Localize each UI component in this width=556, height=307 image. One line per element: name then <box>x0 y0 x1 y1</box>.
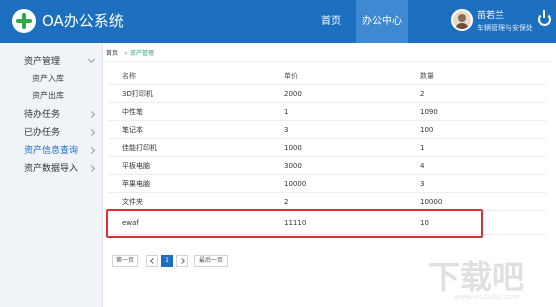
chevron-right-icon <box>87 146 96 155</box>
sidebar: 资产管理 资产入库 资产出库 待办任务 已办任务 资产信息查询 资产数据导入 <box>0 43 103 307</box>
avatar[interactable] <box>451 9 473 31</box>
cell-price: 1000 <box>284 144 302 152</box>
sidebar-item-asset-management[interactable]: 资产管理 <box>0 53 103 71</box>
cell-price: 3 <box>284 126 289 134</box>
cell-name: 中性笔 <box>122 108 143 116</box>
cell-quantity: 100 <box>420 126 434 134</box>
cell-price: 2 <box>284 198 289 206</box>
nav-office-center[interactable]: 办公中心 <box>356 0 408 43</box>
sidebar-item-pending-tasks[interactable]: 待办任务 <box>0 106 103 124</box>
cell-price: 10000 <box>284 180 307 188</box>
watermark-logo: 下载吧 www.xiazaiba.com <box>428 258 524 301</box>
table-header: 名称 单价 数量 <box>108 67 546 85</box>
sidebar-item-asset-in[interactable]: 资产入库 <box>0 70 103 88</box>
cell-name: 佳能打印机 <box>122 144 157 152</box>
sidebar-item-asset-query[interactable]: 资产信息查询 <box>0 142 103 160</box>
chevron-right-icon <box>87 110 96 119</box>
chevron-right-icon <box>87 164 96 173</box>
sidebar-item-done-tasks[interactable]: 已办任务 <box>0 124 103 142</box>
sidebar-item-label: 待办任务 <box>24 110 61 120</box>
top-bar: OA办公系统 首页 办公中心 苗若兰 车辆管理与安保处 <box>0 0 556 43</box>
current-page-button[interactable]: 1 <box>161 255 173 267</box>
cell-quantity: 1090 <box>420 108 438 116</box>
cell-name: 3D打印机 <box>122 90 153 98</box>
column-header-quantity: 数量 <box>420 72 434 80</box>
user-role: 车辆管理与安保处 <box>477 24 533 32</box>
cell-price: 2000 <box>284 90 302 98</box>
sidebar-item-label: 资产入库 <box>32 74 64 83</box>
previous-page-button[interactable] <box>146 255 158 267</box>
column-header-name: 名称 <box>122 72 136 80</box>
sidebar-item-asset-import[interactable]: 资产数据导入 <box>0 160 103 178</box>
power-icon[interactable] <box>538 10 551 26</box>
table-row[interactable]: 笔记本 3 100 <box>108 121 546 139</box>
cell-quantity: 4 <box>420 162 425 170</box>
sidebar-item-label: 资产数据导入 <box>24 164 79 174</box>
sidebar-item-label: 资产管理 <box>24 57 61 67</box>
table-row[interactable]: 3D打印机 2000 2 <box>108 85 546 103</box>
last-page-button[interactable]: 最后一页 <box>194 255 228 267</box>
table-row[interactable]: 中性笔 1 1090 <box>108 103 546 121</box>
app-title: OA办公系统 <box>42 12 124 30</box>
user-name: 苗若兰 <box>477 11 505 21</box>
cell-name: 平板电脑 <box>122 162 150 170</box>
highlight-annotation <box>106 209 483 238</box>
svg-text:www.xiazaiba.com: www.xiazaiba.com <box>454 293 519 301</box>
breadcrumb-home[interactable]: 首页 <box>106 50 118 58</box>
table-row[interactable]: 佳能打印机 1000 1 <box>108 139 546 157</box>
cell-quantity: 2 <box>420 90 425 98</box>
first-page-button[interactable]: 第一页 <box>112 255 138 267</box>
cell-quantity: 10000 <box>420 198 443 206</box>
breadcrumb-separator: » <box>124 50 128 57</box>
breadcrumb: 首页 » 资产管理 <box>104 47 552 62</box>
sidebar-item-label: 资产出库 <box>32 91 64 100</box>
cell-name: 笔记本 <box>122 126 143 134</box>
chevron-right-icon <box>87 128 96 137</box>
cell-price: 1 <box>284 108 289 116</box>
cell-price: 3000 <box>284 162 302 170</box>
next-page-button[interactable] <box>176 255 188 267</box>
cell-name: 苹果电脑 <box>122 180 150 188</box>
sidebar-item-label: 已办任务 <box>24 128 61 138</box>
column-header-price: 单价 <box>284 72 298 80</box>
breadcrumb-current: 资产管理 <box>130 50 155 57</box>
logo-icon <box>12 9 36 33</box>
sidebar-item-label: 资产信息查询 <box>24 146 79 156</box>
chevron-down-icon <box>87 55 96 64</box>
table-row[interactable]: 平板电脑 3000 4 <box>108 157 546 175</box>
cell-quantity: 1 <box>420 144 425 152</box>
cell-name: 文件夹 <box>122 198 143 206</box>
table-row[interactable]: 苹果电脑 10000 3 <box>108 175 546 193</box>
svg-text:下载吧: 下载吧 <box>428 258 524 296</box>
nav-home[interactable]: 首页 <box>308 0 354 43</box>
cell-quantity: 3 <box>420 180 425 188</box>
sidebar-item-asset-out[interactable]: 资产出库 <box>0 87 103 105</box>
